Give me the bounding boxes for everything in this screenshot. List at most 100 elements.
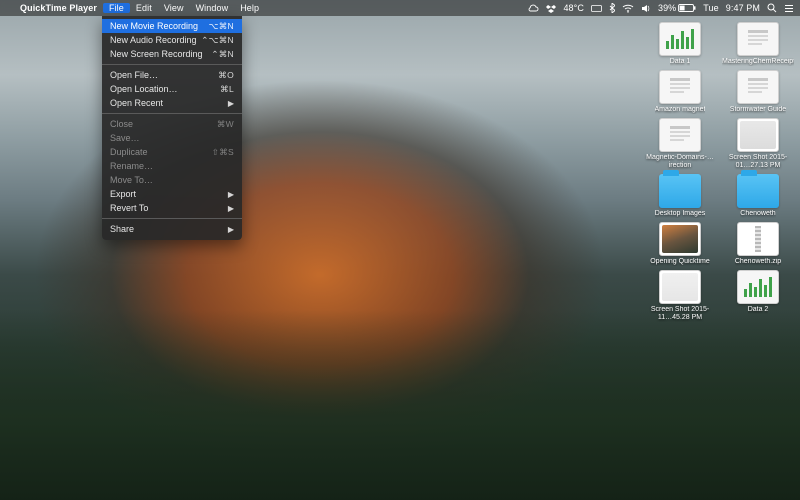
menu-separator [102,64,242,65]
clock-time[interactable]: 9:47 PM [726,3,760,13]
menu-item-label: Revert To [110,203,222,213]
menu-item-label: Export [110,189,222,199]
spotlight-icon[interactable] [767,3,777,13]
desktop-icon[interactable]: Magnetic-Domains-…irection [644,118,716,170]
menu-window[interactable]: Window [190,3,235,13]
doc-icon [659,118,701,152]
menu-item-label: Open Location… [110,84,220,94]
submenu-arrow-icon: ▶ [228,190,234,199]
menu-item-new-audio-recording[interactable]: New Audio Recording⌃⌥⌘N [102,33,242,47]
menu-item-duplicate: Duplicate⇧⌘S [102,145,242,159]
menu-item-new-movie-recording[interactable]: New Movie Recording⌥⌘N [102,19,242,33]
menu-separator [102,113,242,114]
desktop-icon-label: Magnetic-Domains-…irection [644,154,716,170]
doc-icon [659,70,701,104]
volume-icon[interactable] [641,4,651,13]
menu-item-export[interactable]: Export ▶ [102,187,242,201]
notification-center-icon[interactable] [784,4,794,13]
desktop-icon[interactable]: Data 2 [722,270,794,322]
menu-item-label: Share [110,224,222,234]
menu-item-label: Duplicate [110,147,212,157]
menu-item-shortcut: ⌘O [218,70,234,81]
desktop-icon[interactable]: Chenoweth.zip [722,222,794,266]
desktop-icon-label: MasteringChemReceipt [722,58,794,66]
menu-item-shortcut: ⌘L [220,84,234,95]
menu-item-shortcut: ⌃⌥⌘N [201,35,234,46]
menu-item-label: New Movie Recording [110,21,209,31]
menu-item-open-file[interactable]: Open File…⌘O [102,68,242,82]
desktop-icons-area: Data 1 MasteringChemReceipt Amazon magnet S… [634,22,794,322]
zip-icon [737,222,779,256]
menu-edit[interactable]: Edit [130,3,158,13]
menu-item-open-location[interactable]: Open Location…⌘L [102,82,242,96]
submenu-arrow-icon: ▶ [228,225,234,234]
desktop-icon-label: Desktop Images [655,210,706,218]
folder-icon [659,174,701,208]
menu-item-open-recent[interactable]: Open Recent ▶ [102,96,242,110]
menubar: QuickTime Player FileEditViewWindowHelp … [0,0,800,16]
doc-icon [737,70,779,104]
doc-icon [737,22,779,56]
desktop-icon-label: Screen Shot 2015-11…45.28 PM [644,306,716,322]
menu-item-save: Save… [102,131,242,145]
image-icon [659,270,701,304]
battery-indicator[interactable]: 39% [658,3,696,13]
clock-day[interactable]: Tue [703,3,718,13]
menu-item-rename: Rename… [102,159,242,173]
menu-item-revert-to[interactable]: Revert To ▶ [102,201,242,215]
menu-item-new-screen-recording[interactable]: New Screen Recording⌃⌘N [102,47,242,61]
menu-item-label: Open Recent [110,98,222,108]
menu-view[interactable]: View [158,3,190,13]
desktop-icon[interactable]: Stormwater Guide [722,70,794,114]
menu-item-label: New Audio Recording [110,35,201,45]
desktop-icon-label: Chenoweth [740,210,775,218]
desktop-icon-label: Chenoweth.zip [735,258,781,266]
desktop-icon-label: Screen Shot 2015-01…27.13 PM [722,154,794,170]
file-menu-dropdown: New Movie Recording⌥⌘NNew Audio Recordin… [102,16,242,240]
menu-item-move-to: Move To… [102,173,242,187]
chart-icon [737,270,779,304]
menu-help[interactable]: Help [234,3,265,13]
app-name[interactable]: QuickTime Player [14,3,103,13]
desktop-icon-label: Amazon magnet [655,106,706,114]
desktop-icon[interactable]: Screen Shot 2015-01…27.13 PM [722,118,794,170]
menu-item-label: Rename… [110,161,234,171]
cloud-icon[interactable] [527,4,539,13]
desktop-icon[interactable]: MasteringChemReceipt [722,22,794,66]
desktop-icon[interactable]: Opening Quicktime [644,222,716,266]
desktop-icon-label: Data 2 [748,306,769,314]
desktop-icon[interactable]: Chenoweth [722,174,794,218]
folder-icon [737,174,779,208]
wifi-icon[interactable] [622,4,634,13]
desktop-icon[interactable]: Amazon magnet [644,70,716,114]
desktop-icon[interactable]: Screen Shot 2015-11…45.28 PM [644,270,716,322]
desktop-icon-label: Data 1 [670,58,691,66]
image-icon [659,222,701,256]
menu-item-label: Save… [110,133,234,143]
menu-separator [102,218,242,219]
menu-item-label: New Screen Recording [110,49,211,59]
desktop-icon[interactable]: Data 1 [644,22,716,66]
menu-file[interactable]: File [103,3,130,13]
chart-icon [659,22,701,56]
menu-item-close: Close⌘W [102,117,242,131]
temp-readout[interactable]: 48°C [563,3,584,13]
menu-item-shortcut: ⌥⌘N [209,21,234,32]
submenu-arrow-icon: ▶ [228,204,234,213]
desktop-icon-label: Stormwater Guide [730,106,786,114]
menu-item-label: Close [110,119,217,129]
submenu-arrow-icon: ▶ [228,99,234,108]
menu-item-share[interactable]: Share ▶ [102,222,242,236]
bluetooth-icon[interactable] [609,3,615,13]
image-icon [737,118,779,152]
menu-item-label: Move To… [110,175,234,185]
menu-item-shortcut: ⌃⌘N [211,49,234,60]
menubar-status: 48°C 39% Tue 9:47 PM [527,3,794,13]
menu-item-label: Open File… [110,70,218,80]
keyboard-icon[interactable] [591,5,602,12]
desktop-icon[interactable]: Desktop Images [644,174,716,218]
menu-item-shortcut: ⇧⌘S [212,147,234,158]
dropbox-icon[interactable] [546,4,556,13]
menu-item-shortcut: ⌘W [217,119,234,130]
desktop-icon-label: Opening Quicktime [650,258,710,266]
